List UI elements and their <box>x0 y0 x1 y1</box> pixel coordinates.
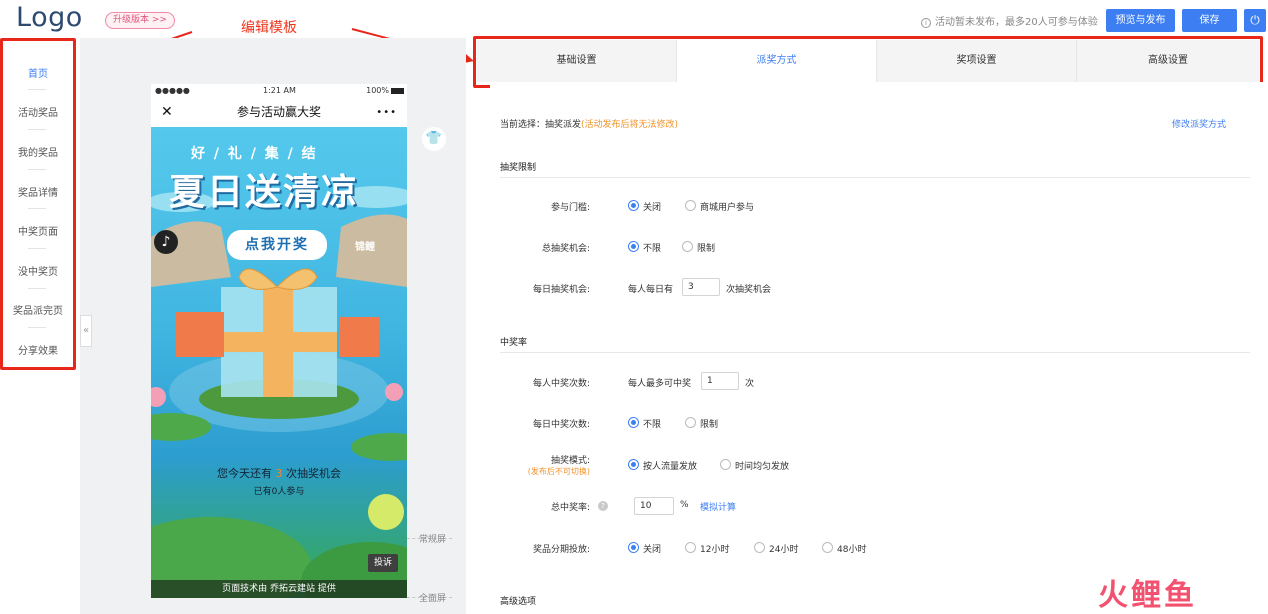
poster-tagline: 好 / 礼 / 集 / 结 <box>191 146 318 162</box>
upgrade-badge[interactable]: 升级版本 >> <box>105 12 175 29</box>
save-button[interactable]: 保存 <box>1182 9 1237 32</box>
divider <box>500 352 1250 353</box>
threshold-off-radio[interactable] <box>628 200 639 211</box>
mode-time-radio[interactable] <box>720 459 731 470</box>
chance-text: 您今天还有 3 次抽奖机会 <box>151 465 407 481</box>
total-chance-unlimited-label: 不限 <box>643 244 662 254</box>
stage-48h-radio[interactable] <box>822 542 833 553</box>
info-icon: i <box>921 18 931 28</box>
daily-chance-prefix: 每人每日有 <box>628 285 674 295</box>
status-time: 1:21 AM <box>263 86 296 95</box>
stage-12h-radio[interactable] <box>685 542 696 553</box>
daily-chance-input[interactable]: 3 <box>682 278 720 296</box>
participants-text: 已有0人参与 <box>253 487 305 497</box>
chance-suffix: 次抽奖机会 <box>286 467 341 480</box>
daily-win-unlimited-radio[interactable] <box>628 417 639 428</box>
stage-off-radio[interactable] <box>628 542 639 553</box>
threshold-label: 参与门槛: <box>550 203 590 213</box>
per-win-prefix: 每人最多可中奖 <box>628 379 692 389</box>
total-chance-label: 总抽奖机会: <box>541 244 590 254</box>
stage-off-label: 关闭 <box>643 545 662 555</box>
total-rate-input[interactable]: 10 <box>634 497 674 515</box>
total-chance-unlimited-radio[interactable] <box>628 241 639 252</box>
stage-12h-label: 12小时 <box>700 545 730 555</box>
tabs-highlight-box <box>473 36 1263 88</box>
draw-button[interactable]: 点我开奖 <box>227 230 327 260</box>
threshold-mall-label: 商城用户参与 <box>700 203 755 213</box>
preview-publish-button[interactable]: 预览与发布 <box>1106 9 1175 32</box>
collapse-sidebar-button[interactable]: « <box>80 315 92 347</box>
chance-prefix: 您今天还有 <box>217 467 272 480</box>
stage-24h-label: 24小时 <box>769 545 799 555</box>
music-icon[interactable]: ♪ <box>154 230 178 254</box>
section-advanced-options: 高级选项 <box>500 597 537 607</box>
per-win-label: 每人中奖次数: <box>532 379 590 389</box>
more-icon[interactable]: ••• <box>376 98 397 127</box>
full-screen-label: 全面屏 <box>419 594 447 604</box>
mode-traffic-radio[interactable] <box>628 459 639 470</box>
total-rate-unit: % <box>680 500 689 510</box>
current-label: 当前选择：抽奖派发 <box>500 120 582 130</box>
sidebar-highlight-box <box>0 38 76 370</box>
phone-status-bar: ●●●●● 1:21 AM 100% <box>151 84 407 98</box>
daily-win-unlimited-label: 不限 <box>643 420 662 430</box>
daily-chance-label: 每日抽奖机会: <box>532 285 590 295</box>
phone-title-bar: ✕ 参与活动赢大奖 ••• <box>151 98 407 127</box>
total-rate-label: 总中奖率: <box>550 503 590 513</box>
poster-footer: 页面技术由 乔拓云建站 提供 <box>151 580 407 598</box>
daily-win-limit-label: 限制 <box>700 420 719 430</box>
simulate-link[interactable]: 模拟计算 <box>700 500 736 513</box>
annotation-label: 编辑模板 <box>241 20 297 36</box>
mode-label: 抽奖模式: <box>550 456 590 466</box>
publish-notice: i 活动暂未发布，最多20人可参与体验 <box>921 13 1098 28</box>
mode-traffic-label: 按人流量发放 <box>643 462 698 472</box>
tshirt-icon[interactable]: 👕 <box>422 127 446 151</box>
total-chance-limit-radio[interactable] <box>682 241 693 252</box>
poster-image: 好 / 礼 / 集 / 结 夏日送清凉 ♪ 点我开奖 锦鲤 您今天还有 3 次抽… <box>151 127 407 598</box>
complaint-button[interactable]: 投诉 <box>368 554 398 572</box>
normal-screen-label: 常规屏 <box>419 535 447 545</box>
stage-24h-radio[interactable] <box>754 542 765 553</box>
help-icon[interactable]: ? <box>598 501 608 511</box>
logo: Logo <box>16 2 83 33</box>
stage-label: 奖品分期投放: <box>532 545 590 555</box>
phone-page-title: 参与活动赢大奖 <box>236 105 321 119</box>
signal-icon: ●●●●● <box>155 86 190 95</box>
phone-preview: ●●●●● 1:21 AM 100% ✕ 参与活动赢大奖 ••• 好 / 礼 /… <box>151 84 407 598</box>
notice-text: 活动暂未发布，最多20人可参与体验 <box>935 17 1098 28</box>
section-win-rate: 中奖率 <box>500 338 528 348</box>
chance-count: 3 <box>275 467 283 480</box>
threshold-off-label: 关闭 <box>643 203 662 213</box>
top-bar: Logo 升级版本 >> 编辑模板 i 活动暂未发布，最多20人可参与体验 预览与… <box>0 0 1268 38</box>
mode-hint: (发布后不可切换) <box>527 467 590 476</box>
change-method-link[interactable]: 修改派奖方式 <box>1172 117 1226 130</box>
threshold-mall-radio[interactable] <box>685 200 696 211</box>
poster-headline: 夏日送清凉 <box>169 172 360 213</box>
daily-chance-suffix: 次抽奖机会 <box>726 285 772 295</box>
divider <box>500 177 1250 178</box>
watermark-logo: 火鲤鱼 <box>1098 578 1197 613</box>
stage-48h-label: 48小时 <box>837 545 867 555</box>
per-win-input[interactable]: 1 <box>701 372 739 390</box>
daily-win-limit-radio[interactable] <box>685 417 696 428</box>
battery-icon <box>391 88 404 94</box>
poster-badge: 锦鲤 <box>355 242 375 253</box>
close-icon[interactable]: ✕ <box>161 98 173 127</box>
mode-time-label: 时间均匀发放 <box>735 462 790 472</box>
prize-distribution-form <box>490 82 1268 614</box>
per-win-suffix: 次 <box>745 379 755 389</box>
power-icon[interactable]: ⏻ <box>1244 9 1266 32</box>
section-draw-limit: 抽奖限制 <box>500 163 537 173</box>
current-selection: 当前选择：抽奖派发(活动发布后将无法修改) <box>500 117 678 130</box>
daily-win-label: 每日中奖次数: <box>532 420 590 430</box>
battery-text: 100% <box>366 86 389 95</box>
current-hint: (活动发布后将无法修改) <box>581 120 679 130</box>
total-chance-limit-label: 限制 <box>697 244 716 254</box>
